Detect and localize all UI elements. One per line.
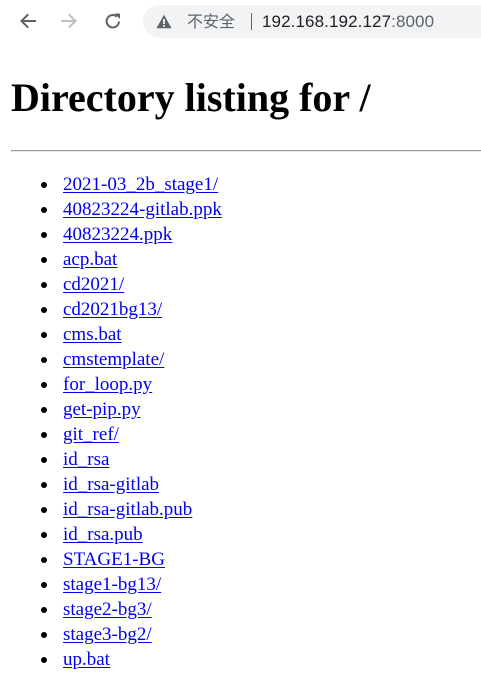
bullet-icon xyxy=(41,532,47,538)
list-item: stage1-bg13/ xyxy=(0,572,222,597)
list-item: git_ref/ xyxy=(0,422,222,447)
bullet-icon xyxy=(41,557,47,563)
back-arrow-icon xyxy=(20,13,36,29)
file-link[interactable]: stage2-bg3/ xyxy=(63,599,152,620)
list-item: STAGE1-BG xyxy=(0,547,222,572)
file-link[interactable]: get-pip.py xyxy=(63,399,141,420)
list-item: stage2-bg3/ xyxy=(0,597,222,622)
address-divider xyxy=(251,13,252,30)
list-item: 40823224-gitlab.ppk xyxy=(0,197,222,222)
list-item: id_rsa-gitlab.pub xyxy=(0,497,222,522)
bullet-icon xyxy=(41,382,47,388)
browser-toolbar: 不安全 192.168.192.127:8000 xyxy=(0,0,481,42)
bullet-icon xyxy=(41,282,47,288)
address-bar[interactable]: 不安全 192.168.192.127:8000 xyxy=(143,5,481,38)
list-item: cd2021bg13/ xyxy=(0,297,222,322)
file-link[interactable]: for_loop.py xyxy=(63,374,152,395)
list-item: 2021-03_2b_stage1/ xyxy=(0,172,222,197)
file-link[interactable]: cmstemplate/ xyxy=(63,349,164,370)
forward-arrow-icon xyxy=(61,13,77,29)
url-port: :8000 xyxy=(391,12,435,31)
bullet-icon xyxy=(41,257,47,263)
file-link[interactable]: 40823224.ppk xyxy=(63,224,172,245)
file-link[interactable]: 40823224-gitlab.ppk xyxy=(63,199,222,220)
list-item: id_rsa-gitlab xyxy=(0,472,222,497)
file-link[interactable]: id_rsa-gitlab xyxy=(63,474,159,495)
file-link[interactable]: stage3-bg2/ xyxy=(63,624,152,645)
file-link[interactable]: cd2021/ xyxy=(63,274,124,295)
list-item: cms.bat xyxy=(0,322,222,347)
url-host: 192.168.192.127 xyxy=(262,12,392,31)
file-link[interactable]: stage1-bg13/ xyxy=(63,574,161,595)
security-status-label[interactable]: 不安全 xyxy=(187,12,235,31)
file-link[interactable]: up.bat xyxy=(63,649,110,670)
list-item: cd2021/ xyxy=(0,272,222,297)
file-link[interactable]: id_rsa xyxy=(63,449,109,470)
bullet-icon xyxy=(41,407,47,413)
reload-button[interactable] xyxy=(99,7,127,35)
bullet-icon xyxy=(41,232,47,238)
list-item: up.bat xyxy=(0,647,222,672)
reload-icon xyxy=(105,13,120,29)
list-item: id_rsa xyxy=(0,447,222,472)
warning-triangle-icon[interactable] xyxy=(156,14,172,29)
bullet-icon xyxy=(41,582,47,588)
directory-listing: 2021-03_2b_stage1/ 40823224-gitlab.ppk 4… xyxy=(0,172,222,672)
bullet-icon xyxy=(41,657,47,663)
bullet-icon xyxy=(41,207,47,213)
bullet-icon xyxy=(41,307,47,313)
file-link[interactable]: 2021-03_2b_stage1/ xyxy=(63,174,218,195)
file-link[interactable]: cd2021bg13/ xyxy=(63,299,162,320)
page-title: Directory listing for / xyxy=(11,75,371,120)
bullet-icon xyxy=(41,457,47,463)
bullet-icon xyxy=(41,482,47,488)
forward-button[interactable] xyxy=(55,7,83,35)
list-item: stage3-bg2/ xyxy=(0,622,222,647)
file-link[interactable]: acp.bat xyxy=(63,249,117,270)
bullet-icon xyxy=(41,632,47,638)
list-item: acp.bat xyxy=(0,247,222,272)
bullet-icon xyxy=(41,357,47,363)
url-text[interactable]: 192.168.192.127:8000 xyxy=(262,12,434,31)
file-link[interactable]: id_rsa-gitlab.pub xyxy=(63,499,192,520)
file-link[interactable]: git_ref/ xyxy=(63,424,119,445)
bullet-icon xyxy=(41,332,47,338)
file-link[interactable]: id_rsa.pub xyxy=(63,524,143,545)
bullet-icon xyxy=(41,182,47,188)
bullet-icon xyxy=(41,607,47,613)
back-button[interactable] xyxy=(14,7,42,35)
bullet-icon xyxy=(41,432,47,438)
file-link[interactable]: STAGE1-BG xyxy=(63,549,165,570)
list-item: get-pip.py xyxy=(0,397,222,422)
list-item: id_rsa.pub xyxy=(0,522,222,547)
list-item: 40823224.ppk xyxy=(0,222,222,247)
bullet-icon xyxy=(41,507,47,513)
horizontal-rule xyxy=(11,150,481,152)
file-link[interactable]: cms.bat xyxy=(63,324,122,345)
list-item: for_loop.py xyxy=(0,372,222,397)
list-item: cmstemplate/ xyxy=(0,347,222,372)
